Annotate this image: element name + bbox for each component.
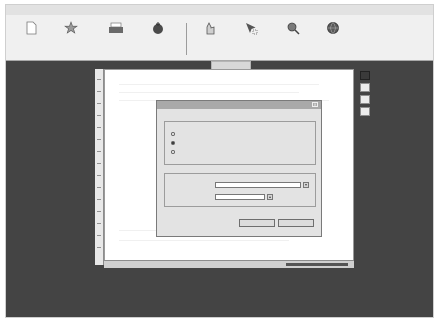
status-bar bbox=[104, 260, 354, 268]
text-line bbox=[119, 92, 299, 93]
layers-icon[interactable] bbox=[360, 83, 370, 92]
ruler-tick bbox=[97, 115, 101, 116]
magic-wand-icon bbox=[141, 21, 175, 35]
ruler-tick bbox=[97, 151, 101, 152]
field-row-2: ▴ bbox=[171, 194, 311, 200]
ruler-tick bbox=[97, 139, 101, 140]
field-row-1: ▾ bbox=[171, 182, 311, 188]
toolbar-separator bbox=[186, 23, 187, 55]
text-line bbox=[119, 240, 289, 241]
printer-icon bbox=[99, 21, 133, 35]
option-radio-1[interactable] bbox=[171, 131, 178, 136]
new-file-button[interactable] bbox=[14, 21, 48, 55]
hand-icon bbox=[193, 21, 227, 35]
ruler-tick bbox=[97, 247, 101, 248]
star-icon bbox=[54, 21, 88, 35]
ruler-tick bbox=[97, 223, 101, 224]
settings-dialog: × ▾ ▴ bbox=[156, 100, 322, 237]
cancel-button[interactable] bbox=[278, 219, 314, 227]
color-swatch-icon[interactable] bbox=[360, 71, 370, 80]
ruler-tick bbox=[97, 187, 101, 188]
stepper-button[interactable]: ▴ bbox=[267, 194, 273, 200]
horizontal-scrollbar[interactable] bbox=[286, 263, 348, 266]
dropdown-button[interactable]: ▾ bbox=[303, 182, 309, 188]
select-tool-button[interactable] bbox=[234, 21, 268, 55]
ruler-tick bbox=[97, 175, 101, 176]
side-tool-palette bbox=[358, 71, 372, 119]
new-file-icon bbox=[14, 21, 48, 35]
parameters-group: ▾ ▴ bbox=[164, 173, 316, 207]
toolbar bbox=[6, 15, 433, 61]
cursor-select-icon bbox=[234, 21, 268, 35]
web-button[interactable] bbox=[316, 21, 350, 55]
options-group bbox=[164, 121, 316, 165]
globe-icon bbox=[316, 21, 350, 35]
radio-selected-icon bbox=[171, 141, 175, 145]
zoom-icon bbox=[276, 21, 310, 35]
option-radio-2[interactable] bbox=[171, 140, 178, 145]
ruler-tick bbox=[97, 127, 101, 128]
lines-icon[interactable] bbox=[360, 95, 370, 104]
number-field[interactable] bbox=[215, 194, 265, 200]
zoom-tool-button[interactable] bbox=[276, 21, 310, 55]
radio-icon bbox=[171, 132, 175, 136]
favorite-button[interactable] bbox=[54, 21, 88, 55]
ruler-tick bbox=[97, 91, 101, 92]
magic-tool-button[interactable] bbox=[141, 21, 175, 55]
ok-button[interactable] bbox=[239, 219, 275, 227]
print-button[interactable] bbox=[99, 21, 133, 55]
ruler-tick bbox=[97, 79, 101, 80]
ruler-tick bbox=[97, 199, 101, 200]
pen-icon[interactable] bbox=[360, 107, 370, 116]
text-field-1[interactable] bbox=[215, 182, 301, 188]
text-line bbox=[119, 84, 319, 85]
ruler-tick bbox=[97, 103, 101, 104]
hand-tool-button[interactable] bbox=[193, 21, 227, 55]
ruler-tick bbox=[97, 163, 101, 164]
vertical-ruler bbox=[95, 69, 104, 265]
option-radio-3[interactable] bbox=[171, 149, 178, 154]
radio-icon bbox=[171, 150, 175, 154]
ruler-tick bbox=[97, 211, 101, 212]
ruler-tick bbox=[97, 235, 101, 236]
close-icon[interactable]: × bbox=[312, 102, 318, 107]
app-window: × ▾ ▴ bbox=[5, 4, 434, 318]
dialog-title-bar: × bbox=[157, 101, 321, 109]
